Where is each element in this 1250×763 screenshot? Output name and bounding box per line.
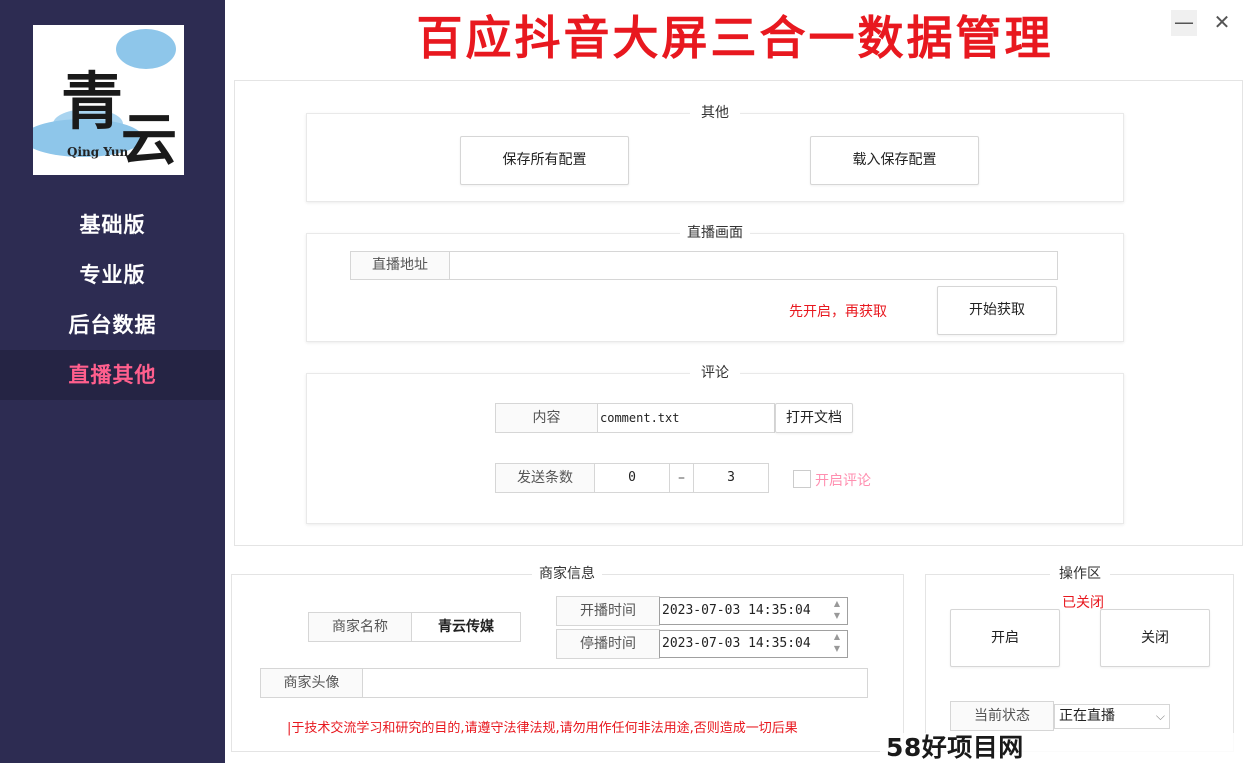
current-status-label: 当前状态: [950, 701, 1054, 731]
sidebar: 青 云 Qing Yun 基础版 专业版 后台数据 直播其他: [0, 0, 225, 763]
logo-english: Qing Yun: [67, 145, 129, 159]
qingyun-logo: 青 云 Qing Yun: [33, 25, 184, 175]
merchant-name-label: 商家名称: [308, 612, 412, 642]
start-time-spin-up-icon[interactable]: ▲: [829, 598, 845, 610]
current-status-select[interactable]: 正在直播 ⌵: [1054, 704, 1170, 729]
logo-char-1: 青: [61, 65, 124, 138]
start-time-spin-down-icon[interactable]: ▼: [829, 610, 845, 622]
send-count-max-input[interactable]: 3: [693, 463, 769, 493]
comment-group-title: 评论: [690, 362, 740, 382]
merchant-panel-title: 商家信息: [532, 563, 602, 583]
send-count-min-input[interactable]: 0: [594, 463, 670, 493]
current-status-value: 正在直播: [1059, 708, 1115, 724]
content-label: 内容: [495, 403, 598, 433]
content-file-input[interactable]: comment.txt: [597, 403, 775, 433]
app-title: 百应抖音大屏三合一数据管理: [416, 11, 1054, 65]
sidebar-item-live-other[interactable]: 直播其他: [0, 350, 225, 400]
merchant-avatar-label: 商家头像: [260, 668, 363, 698]
open-button[interactable]: 开启: [950, 609, 1060, 667]
start-time-input[interactable]: 2023-07-03 14:35:04: [659, 597, 848, 625]
merchant-name-input[interactable]: 青云传媒: [411, 612, 521, 642]
comment-group: [306, 373, 1124, 524]
start-fetch-button[interactable]: 开始获取: [937, 286, 1057, 335]
close-window-button[interactable]: ✕: [1209, 10, 1235, 36]
send-count-label: 发送条数: [495, 463, 595, 493]
cloud-decoration: [116, 29, 176, 69]
logo-char-2: 云: [121, 107, 177, 173]
stop-time-input[interactable]: 2023-07-03 14:35:04: [659, 630, 848, 658]
live-url-input[interactable]: [449, 251, 1058, 280]
chevron-down-icon: ⌵: [1155, 709, 1165, 723]
sidebar-item-backend-data[interactable]: 后台数据: [0, 300, 225, 350]
operation-status-text: 已关闭: [1062, 595, 1104, 611]
other-group-title: 其他: [690, 102, 740, 122]
watermark-text: 58好项目网www.58hxm.com: [880, 733, 1250, 763]
open-document-button[interactable]: 打开文档: [775, 403, 853, 433]
enable-comment-checkbox[interactable]: [793, 470, 811, 488]
minimize-button[interactable]: —: [1171, 10, 1197, 36]
merchant-avatar-input[interactable]: [362, 668, 868, 698]
sidebar-item-pro[interactable]: 专业版: [0, 250, 225, 300]
live-url-label: 直播地址: [350, 251, 450, 280]
enable-comment-label[interactable]: 开启评论: [815, 470, 871, 490]
operation-panel-title: 操作区: [1050, 563, 1110, 583]
range-dash: –: [669, 463, 694, 493]
load-saved-config-button[interactable]: 载入保存配置: [810, 136, 979, 185]
other-group: [306, 113, 1124, 202]
sidebar-item-basic[interactable]: 基础版: [0, 200, 225, 250]
close-button[interactable]: 关闭: [1100, 609, 1210, 667]
live-view-group-title: 直播画面: [680, 222, 750, 242]
stop-time-spin-down-icon[interactable]: ▼: [829, 643, 845, 655]
stop-time-label: 停播时间: [556, 629, 660, 659]
stop-time-spin-up-icon[interactable]: ▲: [829, 631, 845, 643]
start-time-label: 开播时间: [556, 596, 660, 626]
disclaimer-text: |于技术交流学习和研究的目的,请遵守法律法规,请勿用作任何非法用途,否则造成一切…: [287, 721, 798, 736]
save-all-config-button[interactable]: 保存所有配置: [460, 136, 629, 185]
hint-text: 先开启，再获取: [789, 304, 887, 320]
